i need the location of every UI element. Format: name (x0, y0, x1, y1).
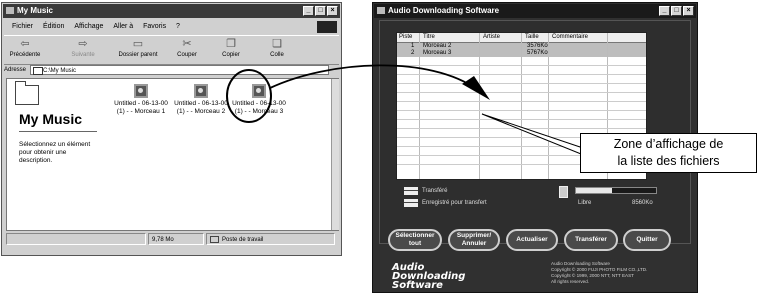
paste-button[interactable]: ❏ Colle (262, 38, 292, 58)
maximize-button[interactable]: □ (671, 6, 682, 16)
folder-title: My Music (19, 111, 83, 127)
explorer-title-bar[interactable]: My Music _ □ × (3, 4, 340, 18)
callout-line-1: Zone d’affichage de (613, 137, 724, 151)
free-value: 8560Ko (632, 200, 653, 206)
folder-up-icon: ▭ (132, 38, 144, 50)
address-value: C:\My Music (43, 68, 76, 74)
column-divider (521, 33, 522, 179)
status-bar: 9,78 Mo Poste de travail (6, 233, 337, 246)
vertical-scrollbar[interactable] (331, 79, 339, 230)
column-divider (419, 33, 420, 179)
explorer-window: My Music _ □ × Fichier Édition Affichage… (1, 2, 342, 256)
col-header-artiste[interactable]: Artiste (483, 34, 500, 41)
audio-file-icon (194, 84, 208, 98)
app-logo: Audio Downloading Software (392, 262, 466, 291)
copy-button[interactable]: ❐ Copier (216, 38, 246, 58)
legend-recorded: Enregistré pour transfert (422, 200, 487, 206)
row-line (397, 101, 646, 102)
menu-edition[interactable]: Édition (43, 23, 64, 30)
address-label: Adresse (4, 67, 27, 73)
free-label: Libre (578, 200, 592, 206)
explorer-title: My Music (17, 6, 54, 15)
column-divider (548, 33, 549, 179)
close-button[interactable]: × (327, 6, 338, 16)
status-size: 9,78 Mo (148, 233, 204, 245)
col-header-titre[interactable]: Titre (423, 34, 435, 41)
audio-title-bar[interactable]: Audio Downloading Software _ □ × (374, 4, 696, 18)
cut-button[interactable]: ✂ Couper (172, 38, 202, 58)
audio-panel: Piste Titre Artiste Taille Commentaire 1… (379, 20, 691, 244)
quit-button[interactable]: Quitter (623, 229, 671, 251)
address-bar: Adresse C:\My Music (4, 65, 339, 76)
scissors-icon: ✂ (182, 38, 192, 50)
status-location: Poste de travail (206, 233, 335, 245)
close-button[interactable]: × (683, 6, 694, 16)
row-line (397, 119, 646, 120)
recorded-legend-icon (404, 199, 418, 207)
paste-icon: ❏ (272, 38, 282, 50)
row-line (397, 74, 646, 75)
divider (19, 131, 97, 132)
file-item[interactable]: Untitled - 06-13-00 (1) - - Morceau 1 (111, 84, 171, 115)
back-arrow-icon: ⇦ (20, 38, 30, 50)
copy-icon: ❐ (226, 38, 236, 50)
row-line (397, 83, 646, 84)
col-header-piste[interactable]: Piste (399, 34, 412, 41)
computer-icon (210, 235, 219, 243)
toolbar: ⇦ Précédente ⇨ Suivante ▭ Dossier parent… (4, 35, 339, 65)
select-all-button[interactable]: Sélectionner tout (388, 229, 442, 251)
delete-cancel-button[interactable]: Supprimer/Annuler (448, 229, 500, 251)
transferred-legend-icon (404, 187, 418, 195)
file-item[interactable]: Untitled - 06-13-00 (1) - - Morceau 2 (171, 84, 231, 115)
back-button[interactable]: ⇦ Précédente (8, 38, 42, 58)
menu-affichage[interactable]: Affichage (74, 23, 103, 30)
copyright-text: Audio Downloading Software Copyright © 2… (551, 261, 648, 284)
col-header-commentaire[interactable]: Commentaire (552, 34, 588, 41)
app-icon (377, 7, 385, 14)
folder-view[interactable]: My Music Sélectionnez un élément pour ob… (6, 78, 339, 231)
windows-logo-icon (317, 21, 337, 33)
menu-bar: Fichier Édition Affichage Aller à Favori… (4, 20, 339, 33)
forward-button[interactable]: ⇨ Suivante (66, 38, 100, 58)
refresh-button[interactable]: Actualiser (506, 229, 558, 251)
row-line (397, 128, 646, 129)
folder-icon (15, 81, 39, 105)
col-header-taille[interactable]: Taille (525, 34, 539, 41)
address-field[interactable]: C:\My Music (30, 65, 329, 75)
transfer-button[interactable]: Transférer (564, 229, 618, 251)
callout-box: Zone d’affichage de la liste des fichier… (580, 133, 757, 173)
file-item[interactable]: Untitled - 06-13-00 (1) - - Morceau 3 (229, 84, 289, 115)
menu-fichier[interactable]: Fichier (12, 23, 33, 30)
free-space-bar (575, 187, 657, 194)
callout-line-2: la liste des fichiers (617, 154, 720, 168)
row-line (397, 92, 646, 93)
audio-file-icon (134, 84, 148, 98)
folder-description: Sélectionnez un élément pour obtenir une… (19, 141, 91, 164)
menu-favoris[interactable]: Favoris (143, 23, 166, 30)
audio-file-icon (252, 84, 266, 98)
minimize-button[interactable]: _ (659, 6, 670, 16)
row-line (397, 65, 646, 66)
free-space-fill (576, 188, 612, 193)
status-cell (6, 233, 146, 245)
menu-aller-a[interactable]: Aller à (113, 23, 133, 30)
column-divider (479, 33, 480, 179)
audio-title: Audio Downloading Software (388, 6, 500, 15)
legend-transferred: Transféré (422, 188, 448, 194)
folder-icon (33, 67, 43, 75)
folder-icon (6, 7, 14, 14)
maximize-button[interactable]: □ (315, 6, 326, 16)
row-line (397, 110, 646, 111)
memory-card-icon (559, 186, 568, 198)
parent-folder-button[interactable]: ▭ Dossier parent (116, 38, 160, 58)
minimize-button[interactable]: _ (303, 6, 314, 16)
forward-arrow-icon: ⇨ (78, 38, 88, 50)
menu-help[interactable]: ? (176, 23, 180, 30)
